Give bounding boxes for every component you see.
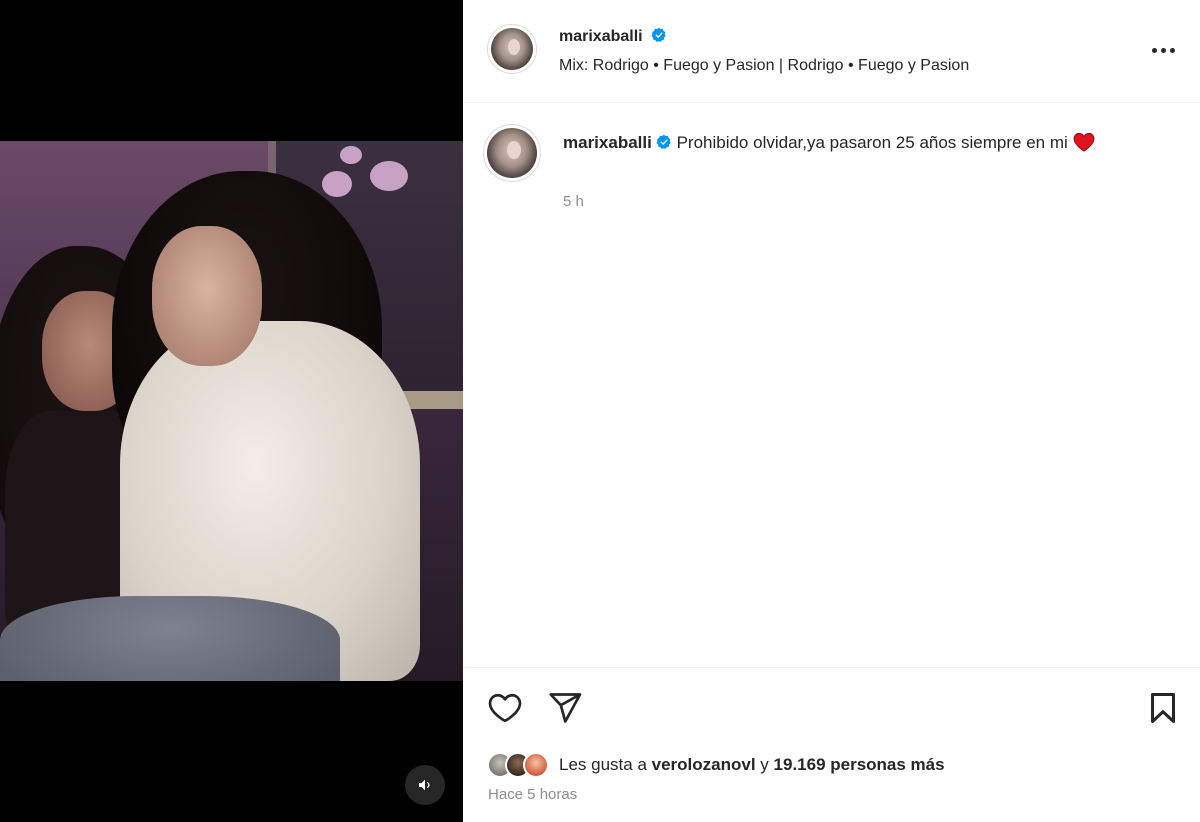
more-options-icon — [1151, 47, 1157, 53]
caption-text: Prohibido olvidar,ya pasaron 25 años sie… — [676, 133, 1068, 152]
post-actions: Les gusta a verolozanovl y 19.169 person… — [463, 667, 1200, 822]
verified-badge-icon — [651, 27, 666, 42]
post-header: marixaballi Mix: Rodrigo • Fuego y Pasio… — [463, 0, 1200, 103]
photo-person-right-face — [152, 226, 262, 366]
post-details-panel: marixaballi Mix: Rodrigo • Fuego y Pasio… — [463, 0, 1200, 822]
photo-flower — [340, 146, 362, 164]
post-photo[interactable] — [0, 141, 463, 681]
more-options-icon — [1169, 47, 1175, 53]
likes-user-link[interactable]: verolozanovl — [652, 755, 756, 774]
caption-avatar[interactable] — [483, 124, 541, 182]
audio-track-link[interactable]: Mix: Rodrigo • Fuego y Pasion | Rodrigo … — [559, 57, 969, 75]
speaker-icon — [419, 779, 430, 791]
liker-avatar — [523, 752, 549, 778]
paper-plane-icon[interactable] — [547, 690, 583, 726]
header-user: marixaballi — [559, 27, 667, 46]
post-caption: marixaballi Prohibido olvidar,ya pasaron… — [563, 129, 1163, 156]
likes-join: y — [760, 755, 769, 774]
red-heart-emoji-icon — [1073, 132, 1094, 152]
avatar[interactable] — [487, 24, 537, 74]
likes-prefix: Les gusta a — [559, 755, 647, 774]
header-username[interactable]: marixaballi — [559, 28, 643, 45]
more-options-icon — [1160, 47, 1166, 53]
avatar-face — [507, 141, 521, 159]
heart-outline-icon[interactable] — [487, 690, 523, 726]
post-date[interactable]: Hace 5 horas — [488, 786, 577, 803]
post-media[interactable] — [0, 0, 463, 822]
caption-username[interactable]: marixaballi — [563, 133, 652, 152]
photo-flower — [370, 161, 408, 191]
caption-timestamp[interactable]: 5 h — [563, 193, 584, 210]
verified-badge-icon — [656, 134, 671, 149]
sound-toggle-button[interactable] — [405, 765, 445, 805]
likes-count-link[interactable]: 19.169 personas más — [774, 755, 945, 774]
more-options-button[interactable] — [1148, 40, 1178, 60]
photo-flower — [322, 171, 352, 197]
likes-text: Les gusta a verolozanovl y 19.169 person… — [559, 755, 945, 775]
likes-summary[interactable]: Les gusta a verolozanovl y 19.169 person… — [487, 749, 945, 781]
photo-jeans — [0, 596, 340, 681]
avatar-face — [508, 39, 520, 55]
bookmark-icon[interactable] — [1145, 690, 1181, 726]
